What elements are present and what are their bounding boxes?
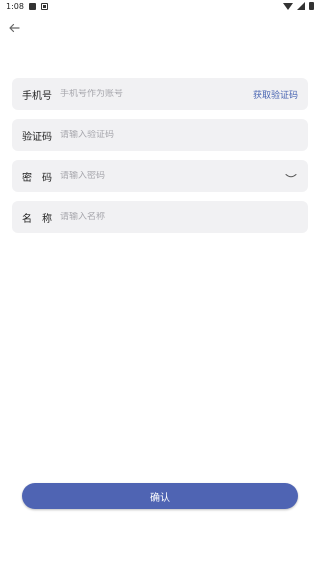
phone-input[interactable] (60, 89, 253, 99)
image-icon (28, 2, 36, 10)
status-bar: 1:08 (0, 0, 320, 12)
confirm-button[interactable]: 确认 (22, 483, 298, 509)
status-time: 1:08 (6, 1, 24, 11)
code-label: 验证码 (22, 131, 52, 143)
password-label: 密 码 (22, 172, 52, 184)
name-row: 名 称 (12, 201, 308, 233)
name-input[interactable] (60, 212, 298, 222)
back-button[interactable] (6, 20, 22, 36)
phone-row: 手机号 获取验证码 (12, 78, 308, 110)
get-code-button[interactable]: 获取验证码 (253, 88, 298, 101)
battery-icon (309, 2, 314, 10)
phone-label: 手机号 (22, 90, 52, 102)
back-arrow-icon (9, 23, 20, 33)
notification-icon (40, 2, 48, 10)
password-input[interactable] (60, 171, 284, 181)
code-input[interactable] (60, 130, 298, 140)
status-right (283, 2, 314, 10)
eye-closed-icon (285, 174, 297, 178)
signal-icon (297, 2, 305, 10)
name-label: 名 称 (22, 213, 52, 225)
password-row: 密 码 (12, 160, 308, 192)
status-left: 1:08 (6, 2, 48, 11)
code-row: 验证码 (12, 119, 308, 151)
password-visibility-toggle[interactable] (284, 171, 298, 181)
wifi-icon (283, 2, 293, 10)
register-screen: 1:08 手机号 获取验证码 验证码 密 码 (0, 0, 320, 568)
